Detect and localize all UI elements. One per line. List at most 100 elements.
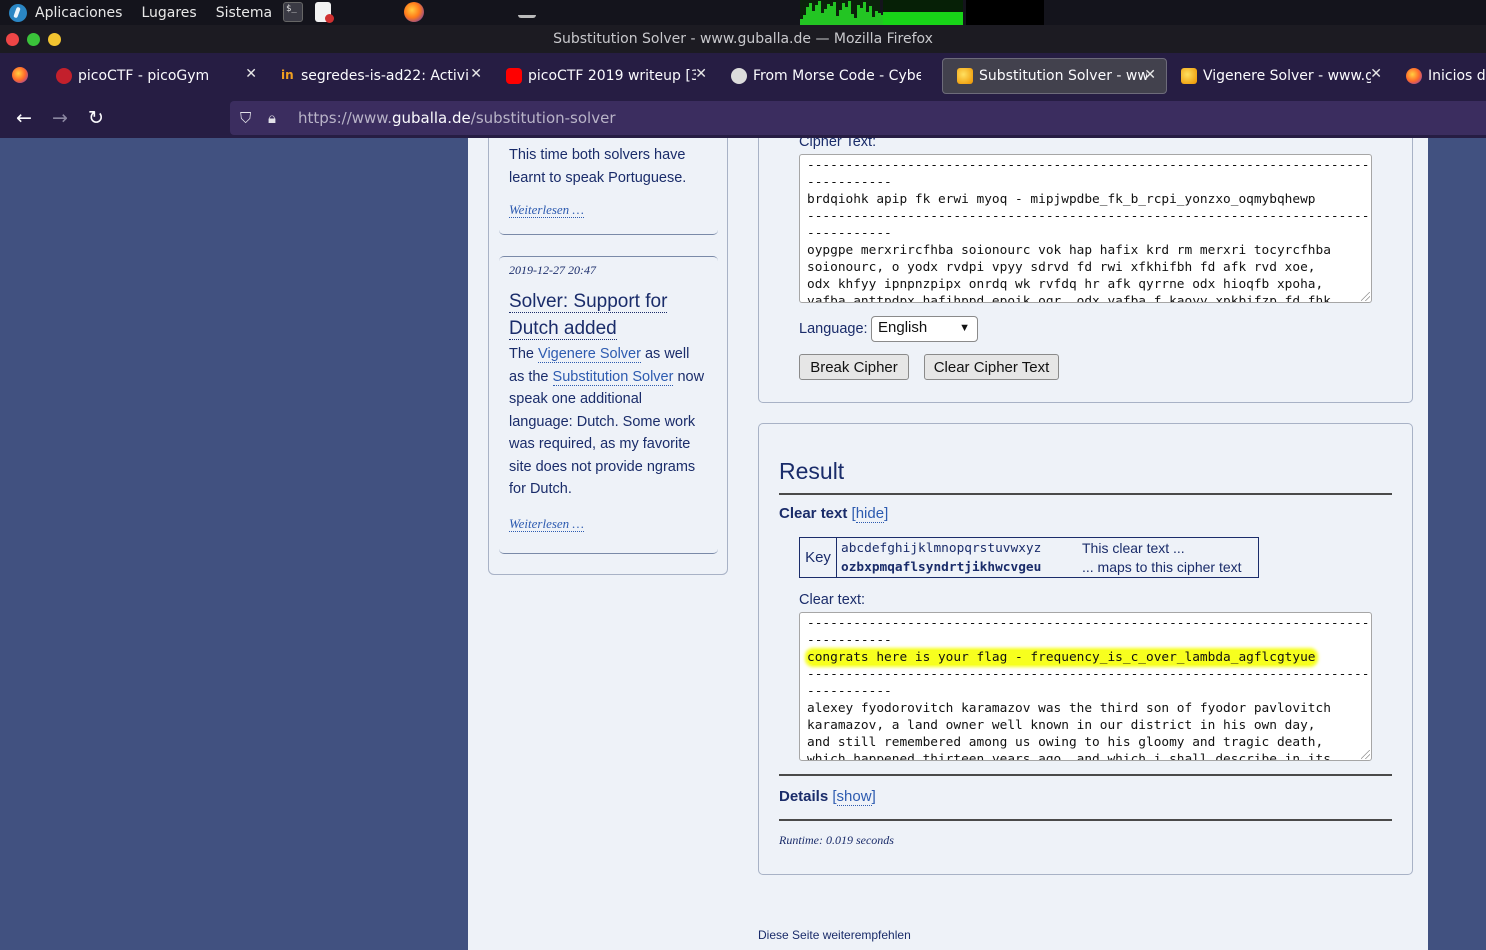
tab-vigenere-solver[interactable]: Vigenere Solver - www.gu ✕ <box>1167 58 1392 94</box>
language-select[interactable]: English ▼ <box>871 316 978 342</box>
window-close-button[interactable] <box>6 33 19 46</box>
hide-toggle-link[interactable]: [hide] <box>852 505 888 523</box>
menu-places[interactable]: Lugares <box>141 5 196 21</box>
cipher-text-input[interactable]: ----------------------------------------… <box>799 154 1372 303</box>
resize-grip-icon[interactable] <box>1361 292 1370 301</box>
news-item-title[interactable]: Solver: Support for Dutch added <box>499 278 718 342</box>
read-more-link[interactable]: Weiterlesen … <box>509 515 584 532</box>
tab-close-icon[interactable]: ✕ <box>1370 66 1382 82</box>
clear-text-line: ----------- <box>807 633 892 648</box>
language-select-value: English <box>878 319 928 336</box>
clear-text-section-title: Clear text [hide] <box>779 505 888 523</box>
flag-line-highlight: congrats here is your flag - frequency_i… <box>807 650 1316 665</box>
key-cipher-alphabet: ozbxpmqaflsyndrtjikhwcvgeu <box>841 560 1042 575</box>
forward-arrow-icon[interactable]: → <box>42 102 78 134</box>
tab-picoctf[interactable]: picoCTF - picoGym ✕ <box>42 58 267 94</box>
tab-label: Substitution Solver - www <box>979 67 1147 84</box>
language-label: Language: <box>799 321 868 337</box>
cipher-form-panel: Cipher Text: ---------------------------… <box>758 138 1413 403</box>
news-item-date: 2019-12-27 20:47 <box>509 263 596 277</box>
result-panel: Result Clear text [hide] Key abcdefghijk… <box>758 423 1413 875</box>
tab-label: picoCTF 2019 writeup [39 <box>528 67 696 84</box>
cipher-text-label: Cipher Text: <box>799 138 877 150</box>
news-title-text: Solver: Support for Dutch added <box>509 291 668 340</box>
cyberchef-favicon-icon <box>731 67 747 84</box>
navigation-toolbar: ← → ↻ ⛉ 🔒︎ https://www.guballa.de/substi… <box>0 98 1486 138</box>
clear-text-line: ----------------------------------------… <box>807 616 1370 631</box>
guballa-favicon-icon <box>957 67 973 84</box>
tab-segredes[interactable]: in segredes-is-ad22: Activid ✕ <box>267 58 492 94</box>
resize-grip-icon[interactable] <box>1361 750 1370 759</box>
tab-cyberchef[interactable]: From Morse Code - Cyber <box>717 58 942 94</box>
url-domain: guballa.de <box>391 109 471 127</box>
firefox-view-icon[interactable] <box>0 53 42 98</box>
cpu-monitor[interactable] <box>800 0 884 25</box>
tab-strip: picoCTF - picoGym ✕ in segredes-is-ad22:… <box>0 53 1486 98</box>
clear-text-label: Clear text: <box>799 592 866 608</box>
key-table: Key abcdefghijklmnopqrstuvwxyz ozbxpmqaf… <box>799 537 1259 578</box>
picoctf-favicon-icon <box>56 67 72 84</box>
cipher-text-value: ----------------------------------------… <box>807 158 1370 303</box>
tab-close-icon[interactable]: ✕ <box>1144 67 1156 83</box>
show-link-text: show <box>836 788 872 806</box>
break-cipher-button[interactable]: Break Cipher <box>799 354 909 380</box>
tracking-shield-icon[interactable]: ⛉ <box>240 109 258 127</box>
news-item: 2019-12-27 20:47 Solver: Support for Dut… <box>499 256 718 554</box>
tab-close-icon[interactable]: ✕ <box>245 66 257 82</box>
menu-applications[interactable]: Aplicaciones <box>35 5 122 21</box>
document-launcher-icon[interactable] <box>315 2 334 23</box>
window-titlebar: Substitution Solver - www.guballa.de — M… <box>0 25 1486 53</box>
clear-text-output[interactable]: ----------------------------------------… <box>799 612 1372 761</box>
news-item-text: This time both solvers have learnt to sp… <box>509 147 687 186</box>
tab-label: segredes-is-ad22: Activid <box>301 67 469 84</box>
key-cipher-description: ... maps to this cipher text <box>1082 559 1242 575</box>
back-arrow-icon[interactable]: ← <box>6 102 42 134</box>
guballa-favicon-icon <box>1181 67 1197 84</box>
url-text[interactable]: https://www.guballa.de/substitution-solv… <box>298 109 616 127</box>
clear-text-title: Clear text <box>779 505 848 522</box>
page-viewport: This time both solvers have learnt to sp… <box>0 138 1486 950</box>
page-content: This time both solvers have learnt to sp… <box>468 138 1428 950</box>
clear-cipher-text-button[interactable]: Clear Cipher Text <box>924 354 1059 380</box>
runtime-text: Runtime: 0.019 seconds <box>779 833 894 847</box>
network-monitor[interactable] <box>966 0 1044 25</box>
key-plain-description: This clear text ... <box>1082 540 1185 556</box>
tab-inicios[interactable]: Inicios de <box>1392 58 1486 94</box>
desktop-top-panel: Aplicaciones Lugares Sistema <box>0 0 1486 25</box>
menu-system[interactable]: Sistema <box>216 5 272 21</box>
network-icon[interactable] <box>518 4 536 18</box>
result-heading: Result <box>779 458 845 484</box>
system-logo-icon[interactable] <box>9 3 27 22</box>
tab-close-icon[interactable]: ✕ <box>470 66 482 82</box>
divider <box>779 493 1392 495</box>
tab-label: Vigenere Solver - www.gu <box>1203 67 1371 84</box>
lock-icon[interactable]: 🔒︎ <box>268 109 286 127</box>
memory-monitor[interactable] <box>883 0 963 25</box>
details-section-title: Details [show] <box>779 788 876 806</box>
key-label: Key <box>800 538 837 577</box>
tab-label: Inicios de <box>1428 67 1486 84</box>
window-minimize-button[interactable] <box>27 33 40 46</box>
vigenere-solver-link[interactable]: Vigenere Solver <box>538 346 641 363</box>
window-title: Substitution Solver - www.guballa.de — M… <box>553 31 933 47</box>
tab-close-icon[interactable]: ✕ <box>695 66 707 82</box>
url-bar[interactable]: ⛉ 🔒︎ https://www.guballa.de/substitution… <box>230 101 1486 135</box>
read-more-link[interactable]: Weiterlesen … <box>509 202 584 218</box>
key-plain-alphabet: abcdefghijklmnopqrstuvwxyz <box>841 541 1042 556</box>
firefox-launcher-icon[interactable] <box>404 2 424 22</box>
clear-text-rest: ----------------------------------------… <box>807 667 1370 761</box>
show-toggle-link[interactable]: [show] <box>832 788 876 806</box>
recommend-page-link[interactable]: Diese Seite weiterempfehlen <box>758 928 911 942</box>
youtube-favicon-icon <box>506 67 522 84</box>
news-text-part: The <box>509 346 534 362</box>
tab-writeup[interactable]: picoCTF 2019 writeup [39 ✕ <box>492 58 717 94</box>
substitution-solver-link[interactable]: Substitution Solver <box>552 368 674 386</box>
tab-substitution-solver[interactable]: Substitution Solver - www ✕ <box>942 57 1167 94</box>
news-sidebar: This time both solvers have learnt to sp… <box>488 138 728 575</box>
reload-icon[interactable]: ↻ <box>78 102 114 134</box>
terminal-launcher-icon[interactable] <box>283 2 303 22</box>
divider <box>779 774 1392 776</box>
url-path: /substitution-solver <box>470 109 616 127</box>
window-maximize-button[interactable] <box>48 33 61 46</box>
instructure-favicon-icon: in <box>281 67 294 82</box>
